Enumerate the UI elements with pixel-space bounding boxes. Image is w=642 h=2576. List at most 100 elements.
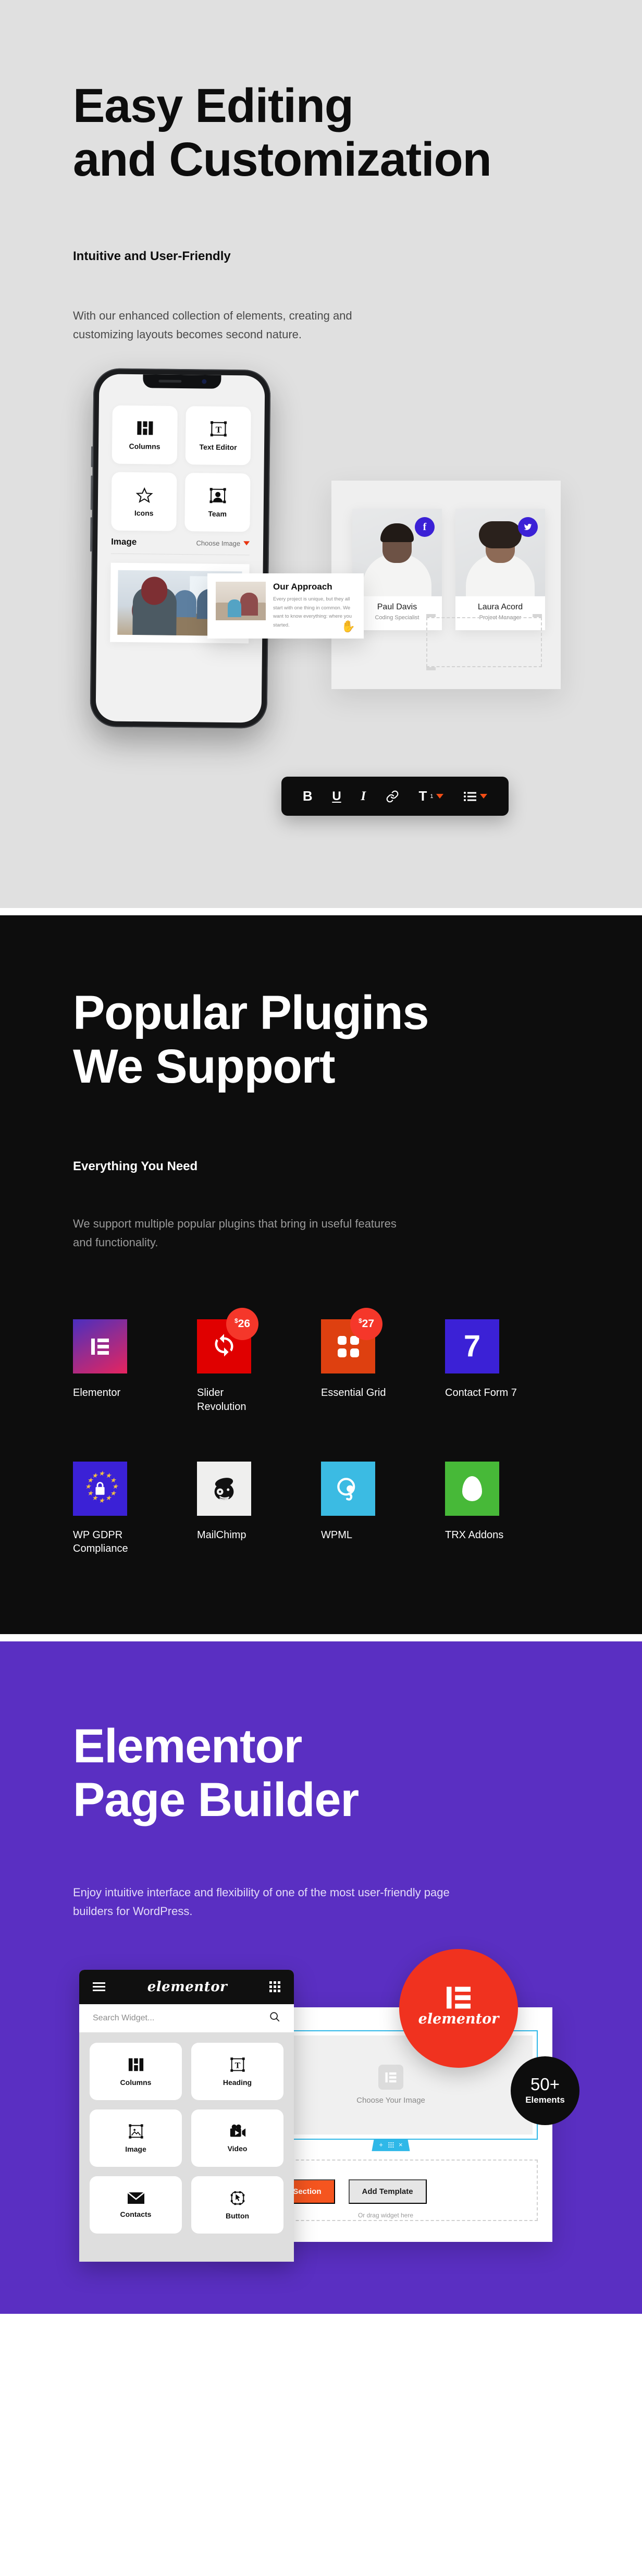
facebook-icon[interactable]: f	[415, 517, 435, 537]
panel-topbar: elementor	[79, 1969, 294, 2004]
editing-heading-line1: Easy Editing	[73, 79, 354, 132]
currency-symbol: $	[358, 1317, 362, 1324]
builder-mockup-stage: Choose Your Image + × Add New Section Ad…	[0, 1948, 642, 2314]
panel-widget-video[interactable]: Video	[191, 2109, 283, 2167]
close-icon[interactable]: ×	[399, 2141, 403, 2149]
builder-heading-line2: Page Builder	[73, 1773, 359, 1826]
phone-widget-grid: Columns T Text Editor Icons Team	[97, 405, 264, 532]
panel-widget-columns[interactable]: Columns	[90, 2042, 182, 2100]
price-value: 26	[238, 1318, 251, 1330]
add-section-icon[interactable]: +	[379, 2141, 383, 2149]
widget-label: Video	[227, 2144, 248, 2153]
team-member-photo	[455, 509, 545, 596]
panel-widget-contacts[interactable]: Contacts	[90, 2176, 182, 2234]
text-formatting-toolbar: B U I T1	[281, 777, 509, 816]
elementor-icon	[447, 1986, 471, 2009]
image-widget-label: Image	[111, 536, 137, 547]
add-template-button[interactable]: Add Template	[348, 2179, 427, 2204]
widget-label: Icons	[134, 509, 154, 518]
wpml-icon	[321, 1462, 375, 1516]
plugin-name: Slider Revolution	[197, 1387, 246, 1413]
editing-copy: Easy Editing and Customization Intuitive…	[0, 0, 642, 344]
grid-apps-icon[interactable]	[269, 1981, 280, 1993]
plugin-item-contact-form-7[interactable]: 7 Contact Form 7	[445, 1319, 569, 1414]
hand-cursor-icon: ✋	[341, 619, 355, 633]
caret-down-icon	[436, 794, 444, 799]
text-size-dropdown[interactable]: T1	[418, 788, 444, 804]
refresh-icon: $26	[197, 1308, 258, 1374]
widget-tile-team[interactable]: Team	[184, 473, 251, 532]
team-member-name: Paul Davis	[377, 603, 417, 611]
envelope-icon	[127, 2191, 145, 2204]
bold-button[interactable]: B	[303, 788, 313, 804]
page-title-builder: Elementor Page Builder	[73, 1720, 569, 1827]
panel-widget-button[interactable]: Button	[191, 2176, 283, 2234]
elementor-icon	[378, 2065, 403, 2090]
svg-text:T: T	[215, 425, 221, 435]
mailchimp-monkey-icon	[197, 1462, 251, 1516]
team-member-list: f Paul Davis Coding Specialist Laura Aco…	[352, 509, 545, 630]
plugin-name: WPML	[321, 1529, 352, 1541]
elementor-icon	[73, 1319, 127, 1374]
drag-widget-hint: Or drag widget here	[357, 2211, 414, 2219]
plugin-item-trx-addons[interactable]: TRX Addons	[445, 1462, 569, 1556]
plugin-list: Elementor $26 Slider Revolution $27 Esse…	[73, 1308, 569, 1556]
builder-lede: Enjoy intuitive interface and flexibilit…	[73, 1885, 450, 1918]
search-icon[interactable]	[269, 2011, 280, 2025]
plugin-item-mailchimp[interactable]: MailChimp	[197, 1462, 321, 1556]
phone-screen: Columns T Text Editor Icons Team Image C…	[95, 374, 265, 723]
widget-label: Heading	[223, 2078, 252, 2087]
section-popular-plugins: Popular Plugins We Support Everything Yo…	[0, 915, 642, 1634]
bulleted-list-icon	[464, 791, 477, 801]
team-member-name: Laura Acord	[477, 603, 523, 611]
underline-button[interactable]: U	[332, 789, 341, 804]
caret-down-icon	[243, 541, 250, 546]
image-widget-row: Image Choose Image	[111, 537, 250, 549]
phone-notch	[143, 374, 221, 389]
plugin-item-wpml[interactable]: WPML	[321, 1462, 445, 1556]
svg-text:T: T	[234, 2061, 240, 2070]
section-divider	[0, 908, 642, 915]
section-toolbar[interactable]: + ×	[372, 2138, 410, 2151]
price-value: 27	[362, 1318, 375, 1330]
empty-widget-placeholder[interactable]	[426, 614, 542, 670]
columns-icon	[128, 2058, 143, 2071]
number-7-icon: 7	[445, 1319, 499, 1374]
team-member-photo: f	[352, 509, 442, 596]
italic-button[interactable]: I	[361, 789, 366, 804]
widget-tile-icons[interactable]: Icons	[111, 472, 177, 531]
widget-tile-columns[interactable]: Columns	[112, 405, 178, 464]
plugin-item-wp-gdpr-compliance[interactable]: ★ ★ ★ ★ ★ ★ ★ ★ ★ ★ ★ ★ WP GDPR Complian…	[73, 1462, 197, 1556]
our-approach-card[interactable]: Our Approach Every project is unique, bu…	[207, 573, 364, 639]
panel-widget-heading[interactable]: T Heading	[191, 2042, 283, 2100]
plugin-name: Elementor	[73, 1387, 121, 1399]
panel-widget-image[interactable]: Image	[90, 2109, 182, 2167]
drag-handle-icon[interactable]	[388, 2142, 393, 2148]
link-button[interactable]	[386, 790, 399, 803]
plugin-item-essential-grid[interactable]: $27 Essential Grid	[321, 1308, 445, 1414]
plugin-item-slider-revolution[interactable]: $26 Slider Revolution	[197, 1308, 321, 1414]
section-easy-editing: Easy Editing and Customization Intuitive…	[0, 0, 642, 908]
editing-heading-line2: and Customization	[73, 133, 492, 187]
page-title-editing: Easy Editing and Customization	[73, 0, 569, 187]
search-input-placeholder: Search Widget...	[93, 2013, 155, 2022]
cf7-glyph: 7	[463, 1329, 481, 1364]
widget-tile-text-editor[interactable]: T Text Editor	[185, 406, 251, 465]
hamburger-icon[interactable]	[93, 1980, 105, 1993]
star-icon	[135, 486, 153, 504]
choose-image-dropdown[interactable]: Choose Image	[196, 539, 250, 547]
widget-search-bar[interactable]: Search Widget...	[79, 2004, 294, 2032]
team-member-card[interactable]: f Paul Davis Coding Specialist	[352, 509, 442, 630]
button-icon	[230, 2191, 244, 2205]
columns-icon	[136, 419, 154, 437]
page-title-plugins: Popular Plugins We Support	[73, 986, 569, 1094]
price-badge: $26	[226, 1308, 258, 1341]
plugin-name: Essential Grid	[321, 1387, 386, 1399]
twitter-icon[interactable]	[518, 517, 538, 537]
widget-label: Text Editor	[199, 443, 237, 452]
widget-label: Columns	[129, 441, 160, 451]
list-dropdown[interactable]	[463, 791, 488, 802]
plugin-item-elementor[interactable]: Elementor	[73, 1319, 197, 1414]
text-size-label: T	[418, 788, 427, 804]
team-member-card[interactable]: Laura Acord Project Manager	[455, 509, 545, 630]
